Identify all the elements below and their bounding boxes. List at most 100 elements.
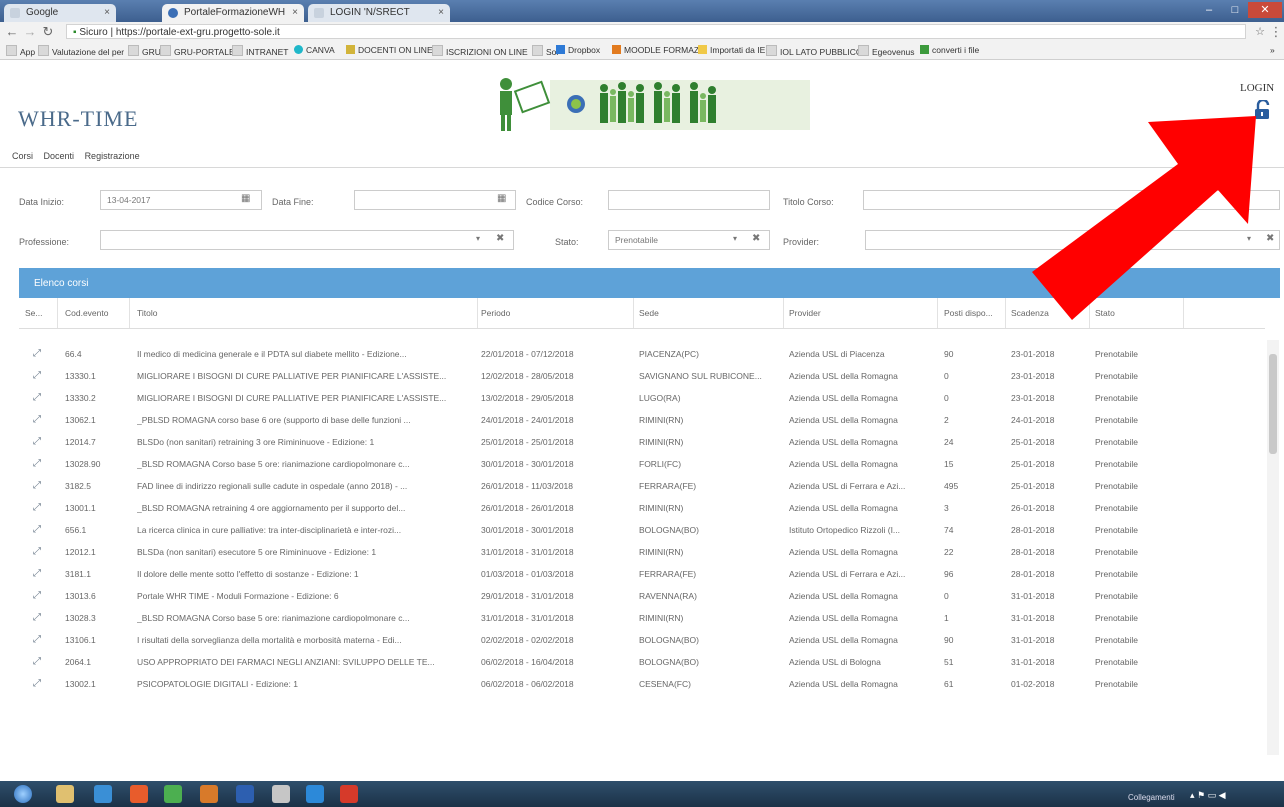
green-app-icon — [920, 45, 929, 54]
expand-icon[interactable]: ⤢ — [33, 656, 41, 667]
column-header-sel[interactable]: Se... — [25, 308, 42, 318]
app-icon[interactable] — [272, 785, 290, 803]
tab-portale[interactable]: PortaleFormazioneWH × — [162, 4, 304, 22]
calendar-icon[interactable]: ▦ — [241, 193, 250, 204]
expand-icon[interactable]: ⤢ — [33, 436, 41, 447]
word-icon[interactable] — [236, 785, 254, 803]
codice-corso-field[interactable] — [608, 190, 770, 210]
dropdown-arrow-icon[interactable]: ▾ — [476, 234, 480, 243]
clear-x-icon[interactable]: ✖ — [496, 233, 504, 244]
column-header-titolo[interactable]: Titolo — [137, 308, 157, 318]
bookmark-item[interactable]: converti i file — [920, 45, 979, 55]
bookmark-item[interactable]: App — [6, 45, 35, 57]
table-row[interactable]: ⤢ 3182.5 FAD linee di indirizzo regionali … — [19, 476, 1265, 498]
expand-icon[interactable]: ⤢ — [33, 612, 41, 623]
table-row[interactable]: ⤢ 13062.1 _PBLSD ROMAGNA corso base 6 ore … — [19, 410, 1265, 432]
table-row[interactable]: ⤢ 13330.1 MIGLIORARE I BISOGNI DI CURE PAL… — [19, 366, 1265, 388]
login-label[interactable]: LOGIN — [1240, 82, 1274, 94]
bookmark-item[interactable]: DOCENTI ON LINE — [346, 45, 433, 55]
column-header-sede[interactable]: Sede — [639, 308, 659, 318]
tray-icons[interactable]: ▴ ⚑ ▭ ◀ — [1190, 790, 1226, 801]
table-row[interactable]: ⤢ 13001.1 _BLSD ROMAGNA retraining 4 ore a… — [19, 498, 1265, 520]
table-row[interactable]: ⤢ 12014.7 BLSDo (non sanitari) retraining … — [19, 432, 1265, 454]
start-button-icon[interactable] — [14, 785, 32, 803]
bookmark-item[interactable]: ISCRIZIONI ON LINE — [432, 45, 528, 57]
stato-select[interactable]: Prenotabile — [608, 230, 770, 250]
table-row[interactable]: ⤢ 13028.90 _BLSD ROMAGNA Corso base 5 ore:… — [19, 454, 1265, 476]
table-row[interactable]: ⤢ 13106.1 I risultati della sorveglianza d… — [19, 630, 1265, 652]
expand-icon[interactable]: ⤢ — [33, 524, 41, 535]
table-row[interactable]: ⤢ 13028.3 _BLSD ROMAGNA Corso base 5 ore: … — [19, 608, 1265, 630]
close-tab-icon[interactable]: × — [292, 4, 298, 22]
minimize-window-button[interactable]: – — [1196, 2, 1222, 18]
expand-icon[interactable]: ⤢ — [33, 480, 41, 491]
data-fine-label: Data Fine: — [272, 197, 314, 207]
table-row[interactable]: ⤢ 656.1 La ricerca clinica in cure palliat… — [19, 520, 1265, 542]
tab-google[interactable]: Google × — [4, 4, 116, 22]
dropdown-arrow-icon[interactable]: ▾ — [733, 234, 737, 243]
expand-icon[interactable]: ⤢ — [33, 502, 41, 513]
table-row[interactable]: ⤢ 13002.1 PSICOPATOLOGIE DIGITALI - Edizio… — [19, 674, 1265, 696]
data-fine-field[interactable] — [354, 190, 516, 210]
column-header-provider[interactable]: Provider — [789, 308, 821, 318]
outlook-icon[interactable] — [94, 785, 112, 803]
menu-item-corsi[interactable]: Corsi — [12, 151, 33, 161]
professione-select[interactable] — [100, 230, 514, 250]
expand-icon[interactable]: ⤢ — [33, 590, 41, 601]
file-explorer-icon[interactable] — [56, 785, 74, 803]
expand-icon[interactable]: ⤢ — [33, 458, 41, 469]
close-tab-icon[interactable]: × — [104, 4, 110, 22]
internet-explorer-icon[interactable] — [306, 785, 324, 803]
table-row[interactable]: ⤢ 2064.1 USO APPROPRIATO DEI FARMACI NEGLI… — [19, 652, 1265, 674]
tab-login[interactable]: LOGIN 'N/SRECT × — [308, 4, 450, 22]
expand-icon[interactable]: ⤢ — [33, 634, 41, 645]
bookmark-item[interactable]: Egeovenus — [858, 45, 915, 57]
pdf-icon[interactable] — [340, 785, 358, 803]
expand-icon[interactable]: ⤢ — [33, 348, 41, 359]
expand-icon[interactable]: ⤢ — [33, 370, 41, 381]
close-tab-icon[interactable]: × — [438, 4, 444, 22]
bookmark-item[interactable]: CANVA — [294, 45, 335, 55]
expand-icon[interactable]: ⤢ — [33, 392, 41, 403]
tray-links-label[interactable]: Collegamenti — [1128, 793, 1175, 802]
table-row[interactable]: ⤢ 13330.2 MIGLIORARE I BISOGNI DI CURE PAL… — [19, 388, 1265, 410]
column-header-periodo[interactable]: Periodo — [481, 308, 510, 318]
bookmark-item[interactable]: Valutazione del per — [38, 45, 124, 57]
bookmark-item[interactable]: IOL LATO PUBBLICO — [766, 45, 863, 57]
column-header-codevento[interactable]: Cod.evento — [65, 308, 108, 318]
table-row[interactable]: ⤢ 13013.6 Portale WHR TIME - Moduli Formaz… — [19, 586, 1265, 608]
forward-arrow-icon[interactable]: → — [22, 24, 38, 40]
column-header-posti[interactable]: Posti dispo... — [944, 308, 993, 318]
back-arrow-icon[interactable]: ← — [4, 24, 20, 40]
menu-item-docenti[interactable]: Docenti — [44, 151, 75, 161]
bookmark-star-icon[interactable]: ☆ — [1252, 24, 1268, 40]
calendar-icon[interactable]: ▦ — [497, 193, 506, 204]
clear-x-icon[interactable]: ✖ — [752, 233, 760, 244]
menu-item-registrazione[interactable]: Registrazione — [85, 151, 140, 161]
media-player-icon[interactable] — [130, 785, 148, 803]
bookmark-item[interactable]: GRU-PORTALE — [160, 45, 235, 57]
expand-icon[interactable]: ⤢ — [33, 414, 41, 425]
data-inizio-field[interactable]: 13-04-2017 — [100, 190, 262, 210]
table-row[interactable]: ⤢ 3181.1 Il dolore delle mente sotto l'eff… — [19, 564, 1265, 586]
browser-menu-icon[interactable]: ⋮ — [1268, 24, 1284, 40]
table-row[interactable]: ⤢ 12012.1 BLSDa (non sanitari) esecutore 5… — [19, 542, 1265, 564]
bookmark-item[interactable]: Sol — [532, 45, 558, 57]
bookmark-item[interactable]: INTRANET — [232, 45, 289, 57]
bookmark-item[interactable]: MOODLE FORMAZI — [612, 45, 701, 55]
bookmark-item[interactable]: Importati da IE — [698, 45, 765, 55]
expand-icon[interactable]: ⤢ — [33, 546, 41, 557]
expand-icon[interactable]: ⤢ — [33, 568, 41, 579]
close-window-button[interactable]: ✕ — [1248, 2, 1282, 18]
reload-icon[interactable]: ↻ — [40, 24, 56, 40]
bookmark-item[interactable]: Dropbox — [556, 45, 600, 55]
powerpoint-icon[interactable] — [200, 785, 218, 803]
maximize-window-button[interactable]: □ — [1222, 2, 1248, 18]
scrollbar-thumb[interactable] — [1269, 354, 1277, 454]
url-field[interactable]: ▪ Sicuro | https://portale-ext-gru.proge… — [66, 24, 1246, 39]
expand-icon[interactable]: ⤢ — [33, 678, 41, 689]
chrome-icon[interactable] — [164, 785, 182, 803]
bookmark-item[interactable]: GRU — [128, 45, 161, 57]
more-bookmarks-icon[interactable]: » — [1270, 45, 1275, 55]
column-separator — [937, 298, 938, 328]
